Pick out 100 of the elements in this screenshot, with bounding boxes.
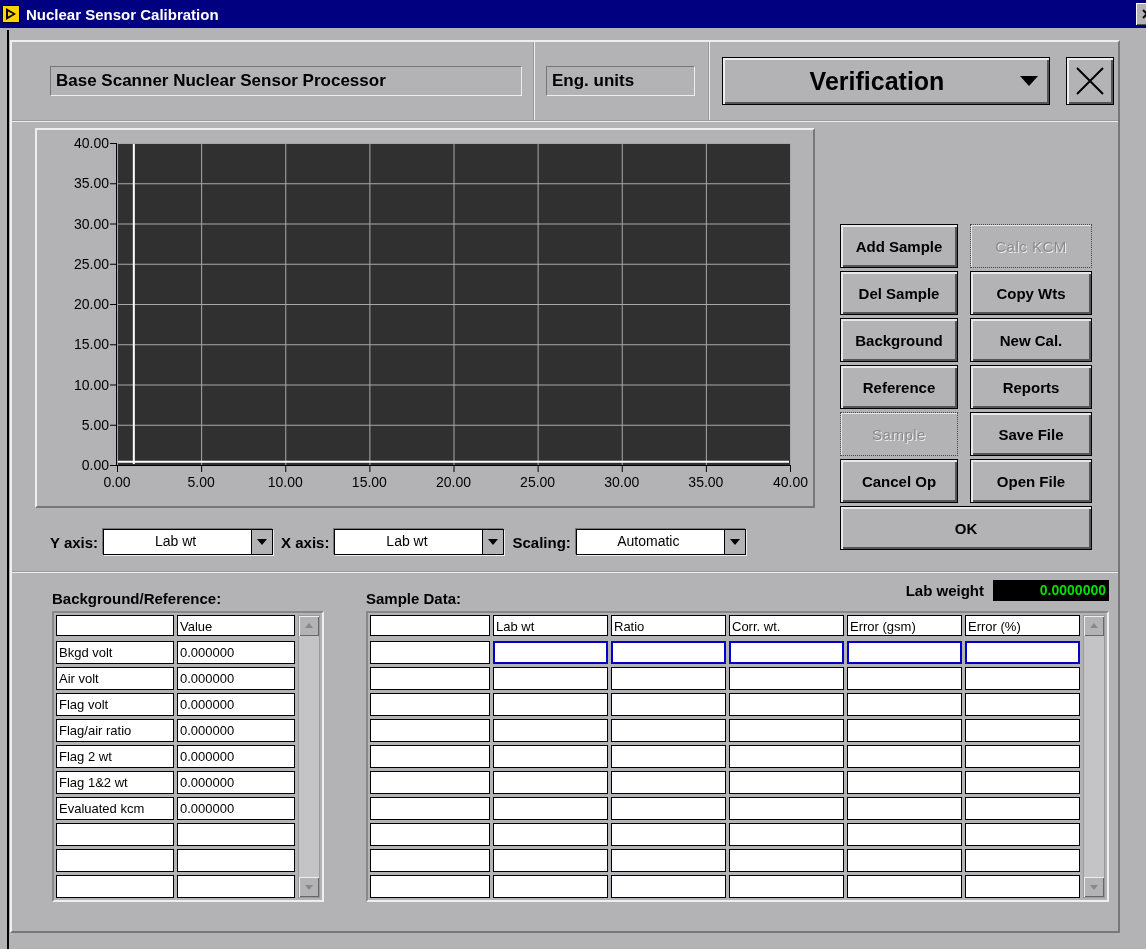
- table-cell[interactable]: [493, 745, 608, 768]
- table-cell[interactable]: [847, 823, 962, 846]
- caret-icon[interactable]: [251, 530, 273, 554]
- table-cell[interactable]: [493, 823, 608, 846]
- action-button[interactable]: Add Sample: [840, 224, 958, 268]
- table-cell[interactable]: [965, 771, 1080, 794]
- dropdown[interactable]: Lab wt: [334, 529, 505, 555]
- table-cell[interactable]: [177, 823, 295, 846]
- table-cell[interactable]: [493, 875, 608, 898]
- table-cell[interactable]: [729, 823, 844, 846]
- table-cell[interactable]: [965, 875, 1080, 898]
- table-cell[interactable]: [729, 667, 844, 690]
- table-cell[interactable]: [965, 823, 1080, 846]
- action-button[interactable]: New Cal.: [970, 318, 1092, 362]
- table-cell[interactable]: 0.000000: [177, 797, 295, 820]
- axis-tick-label: 30.00: [604, 474, 640, 490]
- table-cell[interactable]: 0.000000: [177, 693, 295, 716]
- table-cell[interactable]: [611, 771, 726, 794]
- action-button[interactable]: Cancel Op: [840, 459, 958, 503]
- action-button[interactable]: Del Sample: [840, 271, 958, 315]
- action-button[interactable]: Save File: [970, 412, 1092, 456]
- table-cell[interactable]: [493, 693, 608, 716]
- table-cell[interactable]: [729, 719, 844, 742]
- axis-tick-label: 10.00: [267, 474, 303, 490]
- table-cell[interactable]: [847, 797, 962, 820]
- table-cell[interactable]: [847, 745, 962, 768]
- table-cell[interactable]: 0.000000: [177, 771, 295, 794]
- section-title: Background/Reference:: [52, 590, 222, 607]
- table-cell[interactable]: [611, 823, 726, 846]
- table-cell[interactable]: [965, 641, 1080, 664]
- table-cell[interactable]: [847, 667, 962, 690]
- table-cell[interactable]: [729, 797, 844, 820]
- table-cell[interactable]: [965, 719, 1080, 742]
- table-cell[interactable]: [611, 693, 726, 716]
- column-header: Ratio: [611, 615, 726, 636]
- table-cell[interactable]: [493, 719, 608, 742]
- table-cell[interactable]: [847, 849, 962, 872]
- scroll-down-icon[interactable]: [1084, 877, 1104, 897]
- action-button[interactable]: Reference: [840, 365, 958, 409]
- table-cell[interactable]: [729, 771, 844, 794]
- table-cell[interactable]: [965, 693, 1080, 716]
- table-cell[interactable]: [729, 849, 844, 872]
- row-header: Bkgd volt: [56, 641, 174, 664]
- table-cell[interactable]: [729, 641, 844, 664]
- table-cell[interactable]: [729, 745, 844, 768]
- table-cell[interactable]: [611, 745, 726, 768]
- column-header: Error (gsm): [847, 615, 962, 636]
- action-button[interactable]: Copy Wts: [970, 271, 1092, 315]
- table-cell[interactable]: [493, 849, 608, 872]
- table-cell[interactable]: [729, 693, 844, 716]
- table-cell[interactable]: [611, 797, 726, 820]
- scroll-down-icon[interactable]: [299, 877, 319, 897]
- caret-icon[interactable]: [1019, 74, 1039, 88]
- table-cell[interactable]: 0.000000: [177, 641, 295, 664]
- action-button[interactable]: Open File: [970, 459, 1092, 503]
- table-cell[interactable]: [847, 693, 962, 716]
- axis-tick-label: 0.00: [103, 474, 131, 490]
- scrollbar[interactable]: [1083, 615, 1105, 898]
- table-cell[interactable]: [177, 875, 295, 898]
- table-cell[interactable]: [611, 667, 726, 690]
- table-cell[interactable]: [729, 875, 844, 898]
- table-cell[interactable]: [611, 641, 726, 664]
- table-cell[interactable]: [847, 641, 962, 664]
- table-cell[interactable]: [611, 849, 726, 872]
- table-cell[interactable]: 0.000000: [177, 745, 295, 768]
- column-header: Corr. wt.: [729, 615, 844, 636]
- table-cell[interactable]: [493, 797, 608, 820]
- scroll-up-icon[interactable]: [1084, 616, 1104, 636]
- table-cell[interactable]: [847, 875, 962, 898]
- table-cell[interactable]: [611, 875, 726, 898]
- table-cell[interactable]: [847, 771, 962, 794]
- close-icon[interactable]: [1074, 65, 1106, 97]
- ok-button[interactable]: OK: [840, 506, 1092, 550]
- table-cell[interactable]: [177, 849, 295, 872]
- dropdown[interactable]: Lab wt: [103, 529, 274, 555]
- table-cell[interactable]: [965, 797, 1080, 820]
- table-cell[interactable]: 0.000000: [177, 719, 295, 742]
- column-header: Lab wt: [493, 615, 608, 636]
- table-cell[interactable]: [965, 667, 1080, 690]
- axis-tick-label: 0.00: [81, 457, 109, 473]
- scrollbar[interactable]: [298, 615, 320, 898]
- mode-dropdown[interactable]: Verification: [722, 57, 1050, 105]
- axis-tick-label: 20.00: [73, 296, 109, 312]
- caret-icon[interactable]: [723, 530, 745, 554]
- table-cell[interactable]: [493, 771, 608, 794]
- table-cell[interactable]: [847, 719, 962, 742]
- close-button[interactable]: [1066, 57, 1114, 105]
- table-cell[interactable]: 0.000000: [177, 667, 295, 690]
- caret-icon[interactable]: [482, 530, 504, 554]
- action-button[interactable]: Background: [840, 318, 958, 362]
- field-label: Scaling:: [512, 533, 571, 551]
- row-header: Air volt: [56, 667, 174, 690]
- table-cell[interactable]: [493, 641, 608, 664]
- scroll-up-icon[interactable]: [299, 616, 319, 636]
- table-cell[interactable]: [611, 719, 726, 742]
- table-cell[interactable]: [965, 745, 1080, 768]
- table-cell[interactable]: [493, 667, 608, 690]
- dropdown[interactable]: Automatic: [575, 529, 746, 555]
- action-button[interactable]: Reports: [970, 365, 1092, 409]
- table-cell[interactable]: [965, 849, 1080, 872]
